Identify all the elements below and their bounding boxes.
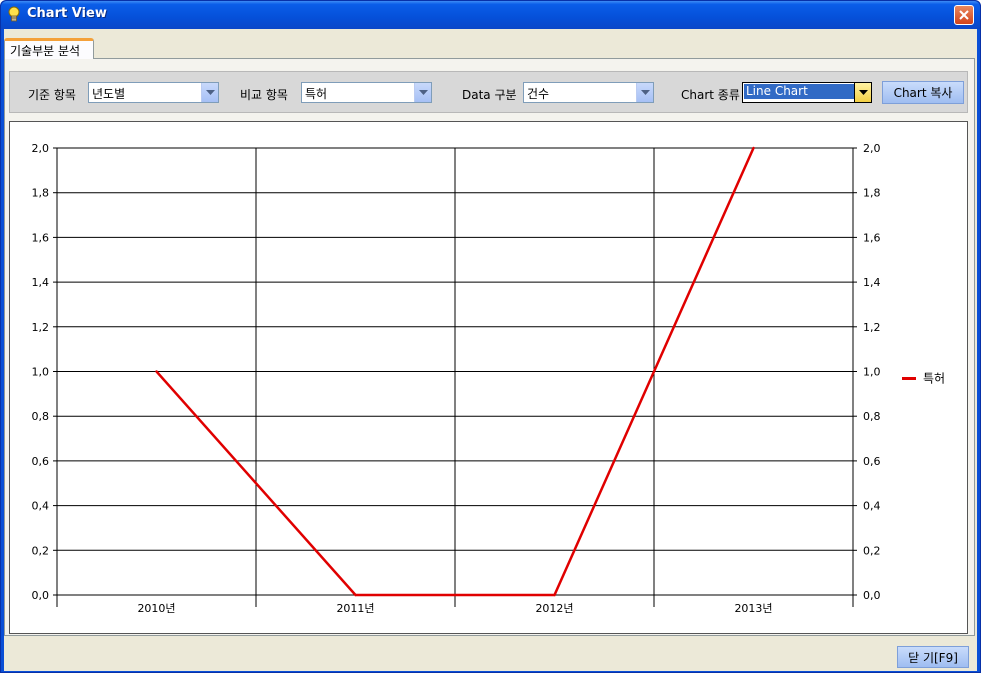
chart-type-label: Chart 종류 <box>681 88 740 102</box>
data-point <box>354 593 357 597</box>
chart-options-toolbar: 기준 항목 년도별 비교 항목 특허 Data 구분 건수 Chart 종류 L… <box>9 71 968 113</box>
y-tick-label: 0,2 <box>32 544 50 557</box>
chart-type-value: Line Chart <box>743 83 855 100</box>
y-tick-label: 1,2 <box>32 321 50 334</box>
close-icon <box>959 10 969 20</box>
y2-tick-label: 0,6 <box>863 455 881 468</box>
chart-view-window: Chart View 기술부분 분석 기준 항목 년도별 비교 항목 특허 Da… <box>0 0 981 673</box>
line-chart: 0,0 0,0 0,2 0,2 0,4 0,4 0,6 0,6 0,8 0,8 1,0 1,0 1,2 1… <box>32 142 946 615</box>
chevron-down-icon <box>419 90 428 95</box>
y-tick-label: 2,0 <box>32 142 50 155</box>
base-item-dropdown-button[interactable] <box>201 83 218 102</box>
compare-item-select[interactable]: 특허 <box>301 82 432 103</box>
chart-type-dropdown-button[interactable] <box>854 83 871 102</box>
y-tick-label: 1,6 <box>32 231 50 244</box>
data-type-label: Data 구분 <box>462 88 517 102</box>
tab-technology-analysis[interactable]: 기술부분 분석 <box>4 38 94 59</box>
base-item-select[interactable]: 년도별 <box>88 82 219 103</box>
chevron-down-icon <box>641 90 650 95</box>
y2-tick-label: 1,0 <box>863 366 881 379</box>
chevron-down-icon <box>859 90 868 95</box>
compare-item-value: 특허 <box>305 87 328 101</box>
lightbulb-icon <box>8 6 20 22</box>
y2-tick-label: 0,8 <box>863 410 881 423</box>
copy-chart-button[interactable]: Chart 복사 <box>882 81 964 104</box>
close-button[interactable]: 닫 기[F9] <box>897 646 969 668</box>
y-tick-label: 0,0 <box>32 589 50 602</box>
y-tick-label: 0,8 <box>32 410 50 423</box>
x-tick-label: 2010년 <box>137 602 175 615</box>
title-bar[interactable]: Chart View <box>1 1 980 29</box>
chevron-down-icon <box>206 90 215 95</box>
compare-item-dropdown-button[interactable] <box>414 83 431 102</box>
legend-label: 특허 <box>923 372 945 386</box>
y-tick-label: 1,8 <box>32 187 50 200</box>
tab-label: 기술부분 분석 <box>10 44 81 58</box>
y2-tick-label: 0,4 <box>863 500 881 513</box>
window-client-area: 기술부분 분석 기준 항목 년도별 비교 항목 특허 Data 구분 건수 Ch… <box>4 29 977 671</box>
data-type-value: 건수 <box>527 87 550 101</box>
base-item-value: 년도별 <box>92 87 126 101</box>
y2-tick-label: 1,8 <box>863 187 881 200</box>
x-tick-label: 2013년 <box>734 602 772 615</box>
y2-tick-label: 0,2 <box>863 544 881 557</box>
y2-tick-label: 0,0 <box>863 589 881 602</box>
data-type-select[interactable]: 건수 <box>523 82 654 103</box>
y2-tick-label: 1,4 <box>863 276 881 289</box>
base-item-label: 기준 항목 <box>28 88 76 102</box>
chart-type-select[interactable]: Line Chart <box>742 82 872 103</box>
x-tick-label: 2012년 <box>535 602 573 615</box>
chart-area: 0,0 0,0 0,2 0,2 0,4 0,4 0,6 0,6 0,8 0,8 1,0 1,0 1,2 1… <box>9 121 968 634</box>
window-title: Chart View <box>27 6 107 21</box>
data-point <box>752 146 755 150</box>
y-tick-label: 1,4 <box>32 276 50 289</box>
tab-panel: 기준 항목 년도별 비교 항목 특허 Data 구분 건수 Chart 종류 L… <box>4 58 975 636</box>
y2-tick-label: 2,0 <box>863 142 881 155</box>
y-tick-label: 0,6 <box>32 455 50 468</box>
close-window-button[interactable] <box>954 5 974 25</box>
data-point <box>553 593 556 597</box>
y-tick-label: 1,0 <box>32 366 50 379</box>
y2-tick-label: 1,2 <box>863 321 881 334</box>
y2-tick-label: 1,6 <box>863 231 881 244</box>
y-tick-label: 0,4 <box>32 500 50 513</box>
data-point <box>155 370 158 373</box>
compare-item-label: 비교 항목 <box>240 88 288 102</box>
data-type-dropdown-button[interactable] <box>636 83 653 102</box>
x-tick-label: 2011년 <box>336 602 374 615</box>
